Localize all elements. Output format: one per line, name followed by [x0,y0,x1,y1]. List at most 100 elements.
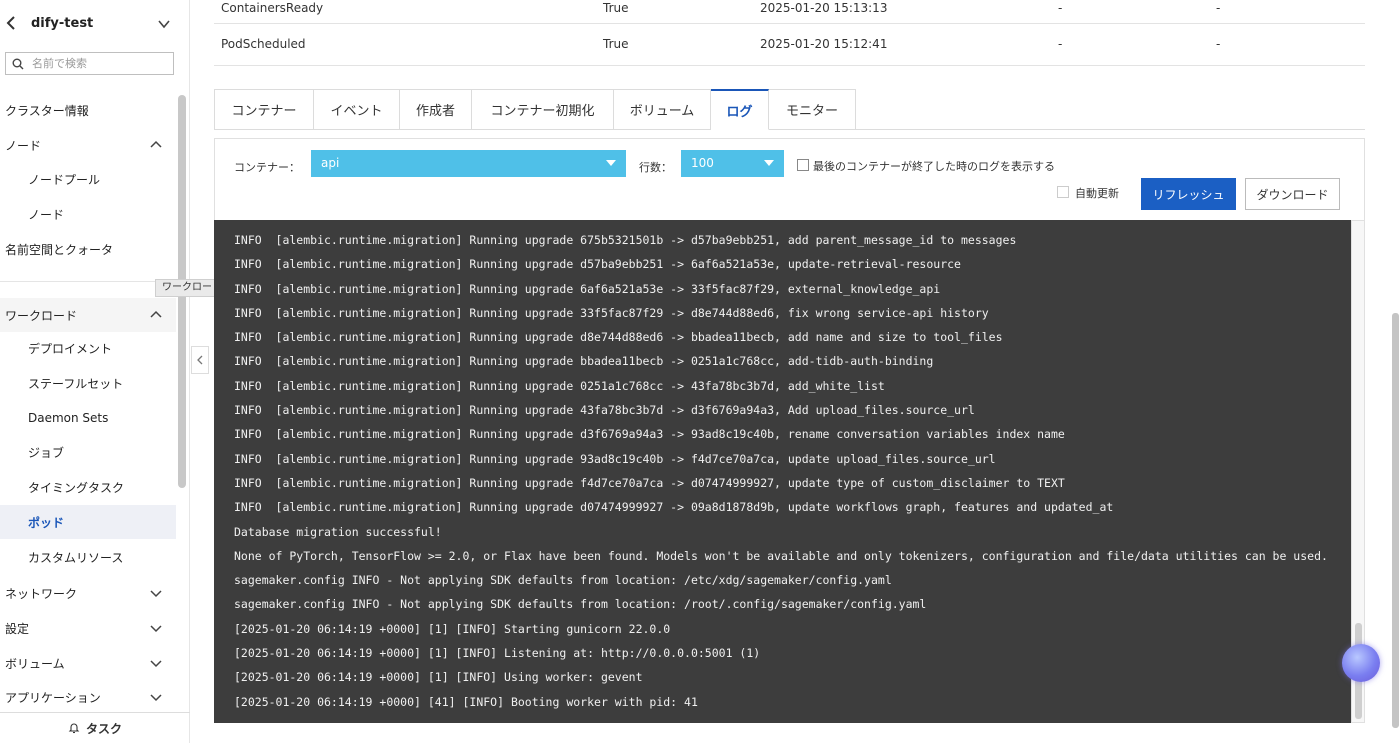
tab-owner[interactable]: 作成者 [400,89,472,130]
condition-time: 2025-01-20 15:12:41 [760,37,888,51]
log-line: [2025-01-20 06:14:19 +0000] [1] [INFO] L… [234,646,761,661]
sidebar-item-label: 設定 [5,621,30,636]
log-line: None of PyTorch, TensorFlow >= 2.0, or F… [234,548,1328,563]
tab-monitor[interactable]: モニター [769,89,856,130]
task-label: タスク [85,721,122,736]
lines-select[interactable]: 100 [681,150,784,177]
log-line: INFO [alembic.runtime.migration] Running… [234,403,975,418]
log-line: [2025-01-20 06:14:19 +0000] [1] [INFO] U… [234,670,643,685]
sidebar-item-namespaces[interactable]: 名前空間とクォータ [0,232,176,266]
chevron-down-icon [150,660,162,668]
condition-type: PodScheduled [221,37,306,51]
detail-tabs: コンテナー イベント 作成者 コンテナー初期化 ボリューム ログ モニター [214,89,856,130]
sidebar-divider [0,281,176,282]
log-line: INFO [alembic.runtime.migration] Running… [234,378,885,393]
refresh-button[interactable]: リフレッシュ [1141,178,1236,210]
cluster-name: dify-test [31,16,94,31]
tab-logs[interactable]: ログ [711,89,769,130]
tab-volumes[interactable]: ボリューム [614,89,711,130]
log-line: INFO [alembic.runtime.migration] Running… [234,475,1065,490]
condition-type: ContainersReady [221,1,324,15]
sidebar-item-label: ポッド [28,515,65,530]
log-line: sagemaker.config INFO - Not applying SDK… [234,573,892,588]
condition-status: True [603,1,629,15]
task-button[interactable]: タスク [0,712,190,743]
sidebar-item-cronjobs[interactable]: タイミングタスク [0,470,176,504]
log-lines: INFO [alembic.runtime.migration] Running… [234,228,1341,714]
sidebar-item-network[interactable]: ネットワーク [0,576,176,610]
sidebar-item-statefulsets[interactable]: ステーフルセット [0,366,176,400]
log-line: INFO [alembic.runtime.migration] Running… [234,233,1017,247]
sidebar-item-label: ワークロード [5,308,78,323]
sidebar-item-label: タイミングタスク [28,480,125,495]
back-arrow-icon[interactable] [6,16,20,34]
lines-select-value: 100 [691,156,714,170]
log-line: [2025-01-20 06:14:19 +0000] [1] [INFO] S… [234,621,671,636]
auto-refresh-checkbox[interactable] [1057,186,1069,198]
log-line: INFO [alembic.runtime.migration] Running… [234,500,1114,515]
sidebar-item-label: ノード [28,207,65,222]
sidebar-item-label: ノードプール [28,172,101,187]
log-line: INFO [alembic.runtime.migration] Running… [234,354,934,369]
condition-time: 2025-01-20 15:13:13 [760,1,888,15]
sidebar-item-label: アプリケーション [5,690,101,705]
chevron-up-icon [150,140,162,148]
sidebar-item-deployments[interactable]: デプロイメント [0,331,176,365]
container-label: コンテナー： [234,161,300,174]
log-viewer[interactable]: INFO [alembic.runtime.migration] Running… [214,220,1351,723]
tab-events[interactable]: イベント [314,89,400,130]
log-line: [2025-01-20 06:14:19 +0000] [41] [INFO] … [234,694,698,709]
sidebar-item-label: デプロイメント [28,341,113,356]
sidebar-item-applications[interactable]: アプリケーション [0,680,176,712]
sidebar-item-settings[interactable]: 設定 [0,611,176,645]
previous-logs-checkbox[interactable] [797,159,809,171]
sidebar-item-cluster-info[interactable]: クラスター情報 [0,93,176,127]
sidebar-item-jobs[interactable]: ジョブ [0,435,176,469]
sidebar-item-daemonsets[interactable]: Daemon Sets [0,401,176,435]
container-select[interactable]: api [311,150,626,177]
chevron-down-icon [150,625,162,633]
bell-icon [68,723,80,734]
log-line: sagemaker.config INFO - Not applying SDK… [234,597,927,612]
sidebar-item-nodes[interactable]: ノード [0,197,176,231]
collapse-sidebar-button[interactable] [191,346,209,374]
sidebar-item-node-pool[interactable]: ノードプール [0,162,176,196]
page-scrollbar[interactable] [1392,313,1399,728]
sidebar-search [5,52,174,75]
sidebar-item-workload-group[interactable]: ワークロード [0,298,176,332]
sidebar-item-label: ノード [5,138,42,153]
tab-containers[interactable]: コンテナー [214,89,314,130]
sidebar-item-label: カスタムリソース [28,550,124,565]
log-line: INFO [alembic.runtime.migration] Running… [234,281,941,296]
download-button[interactable]: ダウンロード [1245,178,1340,210]
condition-reason: - [1058,37,1063,51]
chevron-down-icon [150,590,162,598]
sidebar-item-volumes[interactable]: ボリューム [0,646,176,680]
container-select-value: api [321,156,340,170]
search-icon [12,58,24,70]
sidebar-item-pods[interactable]: ポッド [0,505,176,539]
condition-reason: - [1058,1,1063,15]
ai-assistant-icon[interactable] [1342,644,1380,682]
auto-refresh-label: 自動更新 [1075,187,1119,200]
sidebar: dify-test クラスター情報 ノード ノードプール ノード 名前空間とクォ… [0,0,190,743]
sidebar-item-custom-resources[interactable]: カスタムリソース [0,540,176,574]
log-controls: コンテナー： api 行数： 100 最後のコンテナーが終了した時のログを表示す… [214,138,1365,220]
sidebar-item-label: クラスター情報 [5,103,89,118]
search-input[interactable] [32,55,170,72]
sidebar-item-label: Daemon Sets [28,411,109,425]
chevron-down-icon[interactable] [157,16,173,32]
log-line: INFO [alembic.runtime.migration] Running… [234,427,1065,442]
sidebar-item-node-group[interactable]: ノード [0,128,176,162]
tab-init-containers[interactable]: コンテナー初期化 [472,89,614,130]
lines-label: 行数： [639,161,672,174]
previous-logs-label: 最後のコンテナーが終了した時のログを表示する [813,160,1055,173]
chevron-left-icon [197,355,203,365]
sidebar-item-label: ネットワーク [5,586,78,601]
conditions-table: ContainersReady True 2025-01-20 15:13:13… [214,0,1365,66]
condition-message: - [1216,37,1221,51]
sidebar-nav: クラスター情報 ノード ノードプール ノード 名前空間とクォータ ワークロード … [0,92,176,712]
caret-down-icon [764,160,774,166]
table-row: ContainersReady True 2025-01-20 15:13:13… [214,0,1365,24]
log-line: INFO [alembic.runtime.migration] Running… [234,330,1003,345]
